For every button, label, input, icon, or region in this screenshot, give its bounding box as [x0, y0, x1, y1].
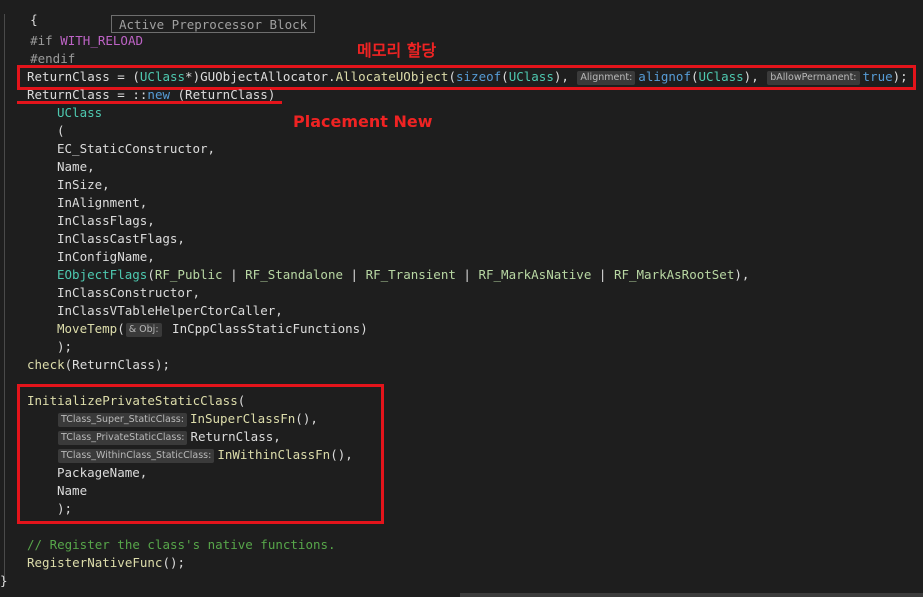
code-line-arg: InClassConstructor, — [57, 285, 200, 300]
code-line-arg: InAlignment, — [57, 195, 148, 210]
code-line-arg: InConfigName, — [57, 249, 155, 264]
code-line-check: check(ReturnClass); — [27, 357, 170, 372]
code-line-endif: #endif — [0, 32, 75, 66]
inlay-hint-obj: & Obj: — [125, 323, 162, 337]
code-line-arg: InClassCastFlags, — [57, 231, 185, 246]
code-line-open-paren: ( — [57, 123, 65, 138]
active-preprocessor-tooltip: Active Preprocessor Block — [111, 15, 315, 33]
highlight-box-initialize — [17, 384, 384, 524]
fold-guide — [4, 14, 5, 580]
code-line-uclass: UClass — [57, 105, 103, 120]
code-line-comment: // Register the class's native functions… — [27, 537, 336, 552]
code-line-movetemp: MoveTemp(& Obj: InCppClassStaticFunction… — [57, 321, 368, 337]
code-line-close-brace: } — [0, 573, 8, 588]
annotation-memory-alloc: 메모리 할당 — [357, 41, 437, 60]
annotation-placement-new: Placement New — [293, 112, 433, 131]
horizontal-scrollbar[interactable] — [460, 593, 923, 597]
code-line-close-paren: ); — [57, 339, 73, 354]
code-editor[interactable]: { #if WITH_RELOAD Active Preprocessor Bl… — [0, 0, 923, 597]
code-line-arg: Name, — [57, 159, 95, 174]
preprocessor-endif: #endif — [30, 51, 76, 66]
code-line-0: { — [0, 0, 38, 27]
code-line-arg: InSize, — [57, 177, 110, 192]
code-line-object-flags: EObjectFlags(RF_Public | RF_Standalone |… — [57, 267, 750, 282]
code-line-arg: InClassFlags, — [57, 213, 155, 228]
code-line-register: RegisterNativeFunc(); — [27, 555, 186, 570]
code-line-arg: InClassVTableHelperCtorCaller, — [57, 303, 283, 318]
code-line-arg: EC_StaticConstructor, — [57, 141, 216, 156]
